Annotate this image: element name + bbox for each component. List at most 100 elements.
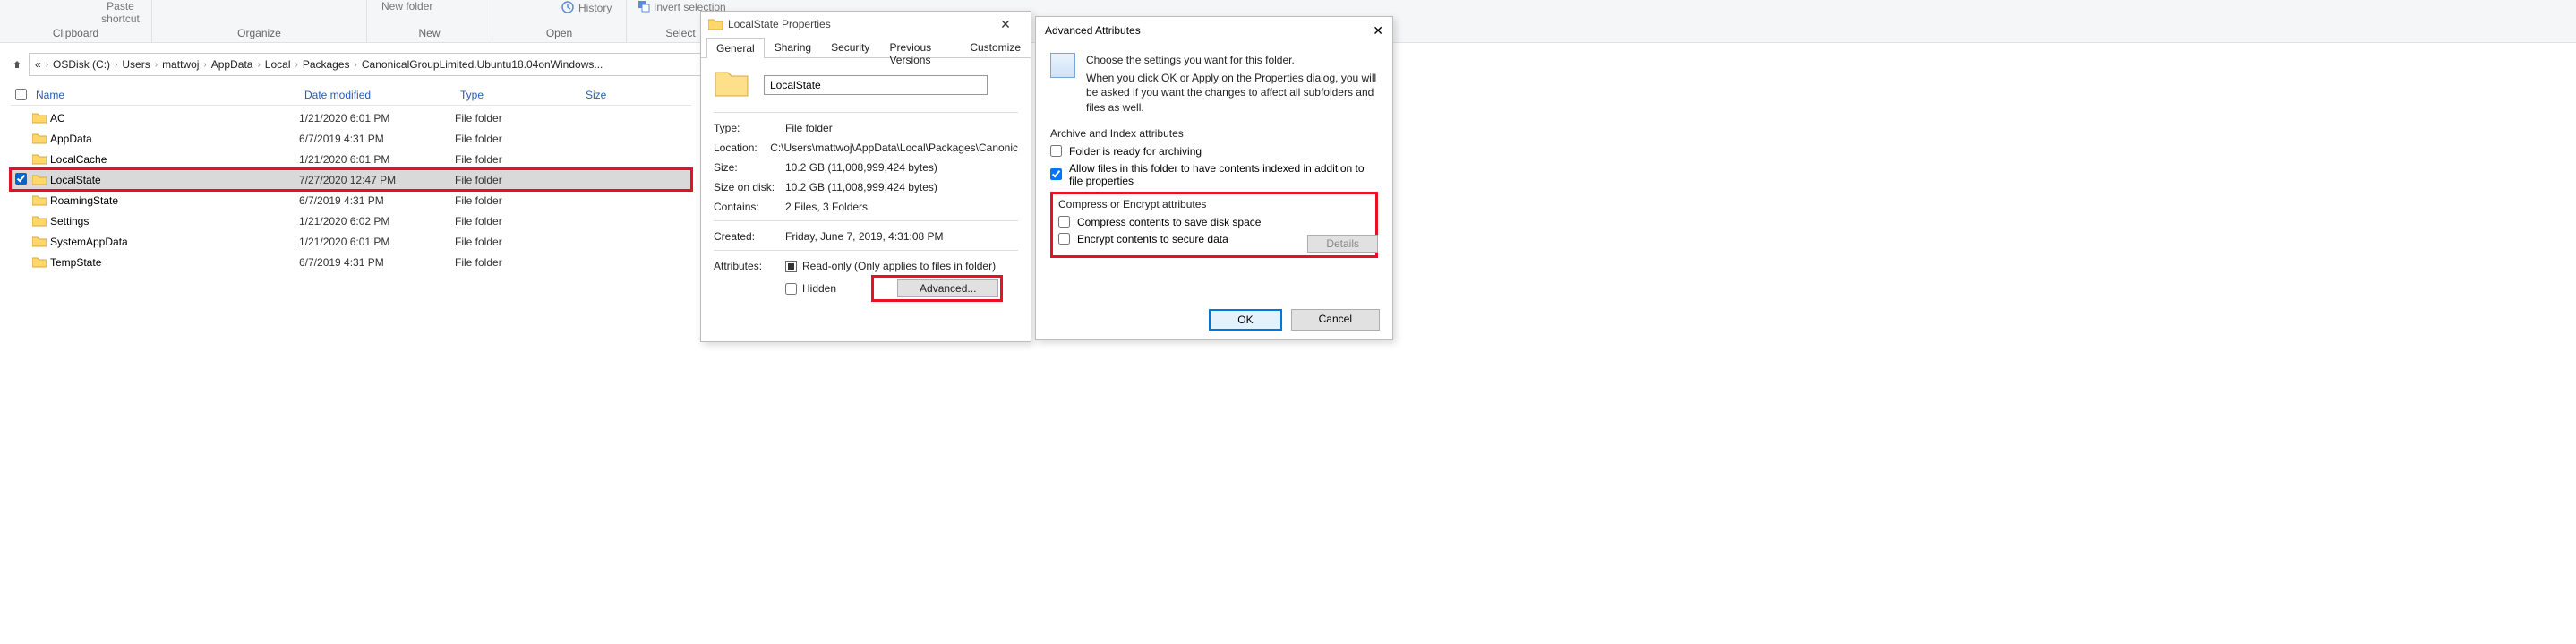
tab-customize[interactable]: Customize xyxy=(960,37,1031,57)
file-row[interactable]: AC1/21/2020 6:01 PMFile folder xyxy=(11,107,691,128)
archive-ready-label: Folder is ready for archiving xyxy=(1069,145,1202,158)
cancel-button[interactable]: Cancel xyxy=(1291,309,1380,331)
new-folder-button[interactable]: New folder xyxy=(376,0,438,13)
file-type: File folder xyxy=(455,256,580,269)
tab-previous-versions[interactable]: Previous Versions xyxy=(879,37,960,57)
folder-icon xyxy=(30,194,48,206)
readonly-label: Read-only (Only applies to files in fold… xyxy=(802,260,996,272)
chevron-right-icon: › xyxy=(112,60,120,70)
hidden-checkbox[interactable] xyxy=(785,283,797,295)
paste-shortcut-button[interactable]: Paste shortcut xyxy=(90,0,151,25)
breadcrumb-segment[interactable]: « xyxy=(33,58,43,71)
type-label: Type: xyxy=(714,122,785,134)
tab-security[interactable]: Security xyxy=(821,37,879,57)
disk-value: 10.2 GB (11,008,999,424 bytes) xyxy=(785,181,1018,193)
location-value: C:\Users\mattwoj\AppData\Local\Packages\… xyxy=(770,142,1018,154)
ok-button[interactable]: OK xyxy=(1209,309,1281,331)
file-name: TempState xyxy=(48,256,299,269)
attributes-label: Attributes: xyxy=(714,260,785,272)
history-button[interactable]: History xyxy=(555,0,617,16)
properties-title: LocalState Properties xyxy=(728,18,831,30)
column-name[interactable]: Name xyxy=(30,89,299,101)
file-row[interactable]: RoamingState6/7/2019 4:31 PMFile folder xyxy=(11,190,691,210)
advanced-titlebar[interactable]: Advanced Attributes ✕ xyxy=(1036,17,1392,44)
file-date: 1/21/2020 6:02 PM xyxy=(299,215,455,228)
folder-icon xyxy=(708,18,723,30)
folder-icon xyxy=(30,153,48,165)
breadcrumb-segment[interactable]: Users xyxy=(120,58,151,71)
encrypt-checkbox[interactable] xyxy=(1058,233,1070,245)
paste-shortcut-label: Paste shortcut xyxy=(95,0,146,25)
properties-titlebar[interactable]: LocalState Properties ✕ xyxy=(701,12,1031,37)
file-row[interactable]: Settings1/21/2020 6:02 PMFile folder xyxy=(11,210,691,231)
column-size[interactable]: Size xyxy=(580,89,652,101)
breadcrumb-segment[interactable]: Packages xyxy=(301,58,352,71)
column-date[interactable]: Date modified xyxy=(299,89,455,101)
breadcrumb-segment[interactable]: AppData xyxy=(210,58,255,71)
details-button[interactable]: Details xyxy=(1307,235,1378,253)
file-date: 1/21/2020 6:01 PM xyxy=(299,112,455,125)
ribbon-group-open: Open xyxy=(492,27,626,39)
file-date: 6/7/2019 4:31 PM xyxy=(299,133,455,145)
select-all-checkbox[interactable] xyxy=(15,89,27,100)
breadcrumb-segment[interactable]: Local xyxy=(263,58,293,71)
close-button[interactable]: ✕ xyxy=(988,17,1023,32)
chevron-right-icon: › xyxy=(254,60,262,70)
properties-tabs: GeneralSharingSecurityPrevious VersionsC… xyxy=(701,37,1031,58)
tab-sharing[interactable]: Sharing xyxy=(765,37,821,57)
file-type: File folder xyxy=(455,112,580,125)
folder-icon xyxy=(30,174,48,185)
file-list: AC1/21/2020 6:01 PMFile folderAppData6/7… xyxy=(11,107,691,272)
breadcrumb-segment[interactable]: CanonicalGroupLimited.Ubuntu18.04onWindo… xyxy=(360,58,605,71)
folder-icon xyxy=(30,236,48,247)
advanced-attributes-dialog: Advanced Attributes ✕ Choose the setting… xyxy=(1035,16,1393,340)
archive-ready-checkbox[interactable] xyxy=(1050,145,1062,157)
attributes-icon xyxy=(1050,53,1075,78)
advanced-intro-1: Choose the settings you want for this fo… xyxy=(1086,53,1378,67)
size-value: 10.2 GB (11,008,999,424 bytes) xyxy=(785,161,1018,174)
properties-dialog: LocalState Properties ✕ GeneralSharingSe… xyxy=(700,11,1031,342)
file-name: AppData xyxy=(48,133,299,145)
file-name: SystemAppData xyxy=(48,236,299,248)
up-arrow-icon xyxy=(12,59,22,70)
column-type[interactable]: Type xyxy=(455,89,580,101)
index-checkbox[interactable] xyxy=(1050,168,1062,180)
contains-label: Contains: xyxy=(714,201,785,213)
row-checkbox[interactable] xyxy=(15,173,27,185)
file-name: AC xyxy=(48,112,299,125)
file-row[interactable]: SystemAppData1/21/2020 6:01 PMFile folde… xyxy=(11,231,691,252)
history-icon xyxy=(561,0,575,14)
compress-label: Compress contents to save disk space xyxy=(1077,216,1261,228)
size-label: Size: xyxy=(714,161,785,174)
file-row[interactable]: LocalCache1/21/2020 6:01 PMFile folder xyxy=(11,149,691,169)
file-date: 1/21/2020 6:01 PM xyxy=(299,236,455,248)
file-row[interactable]: TempState6/7/2019 4:31 PMFile folder xyxy=(11,252,691,272)
column-headers: Name Date modified Type Size xyxy=(11,84,691,106)
advanced-button[interactable]: Advanced... xyxy=(897,279,998,297)
compress-checkbox[interactable] xyxy=(1058,216,1070,228)
location-label: Location: xyxy=(714,142,770,154)
breadcrumb-segment[interactable]: mattwoj xyxy=(160,58,201,71)
file-name: RoamingState xyxy=(48,194,299,207)
chevron-right-icon: › xyxy=(43,60,51,70)
breadcrumb-segment[interactable]: OSDisk (C:) xyxy=(51,58,112,71)
breadcrumb[interactable]: «›OSDisk (C:)›Users›mattwoj›AppData›Loca… xyxy=(29,53,709,76)
file-row[interactable]: LocalState7/27/2020 12:47 PMFile folder xyxy=(11,169,691,190)
advanced-button-highlight: Advanced... xyxy=(874,278,1000,299)
file-name: Settings xyxy=(48,215,299,228)
folder-icon xyxy=(30,256,48,268)
type-value: File folder xyxy=(785,122,1018,134)
close-button[interactable]: ✕ xyxy=(1373,23,1383,39)
file-type: File folder xyxy=(455,215,580,228)
up-button[interactable] xyxy=(9,56,25,73)
folder-name-input[interactable] xyxy=(764,75,988,95)
contains-value: 2 Files, 3 Folders xyxy=(785,201,1018,213)
advanced-title: Advanced Attributes xyxy=(1045,24,1141,37)
created-value: Friday, June 7, 2019, 4:31:08 PM xyxy=(785,230,1018,243)
readonly-checkbox[interactable] xyxy=(785,261,797,272)
created-label: Created: xyxy=(714,230,785,243)
advanced-intro-2: When you click OK or Apply on the Proper… xyxy=(1086,71,1378,115)
file-type: File folder xyxy=(455,133,580,145)
file-row[interactable]: AppData6/7/2019 4:31 PMFile folder xyxy=(11,128,691,149)
tab-general[interactable]: General xyxy=(706,38,765,58)
